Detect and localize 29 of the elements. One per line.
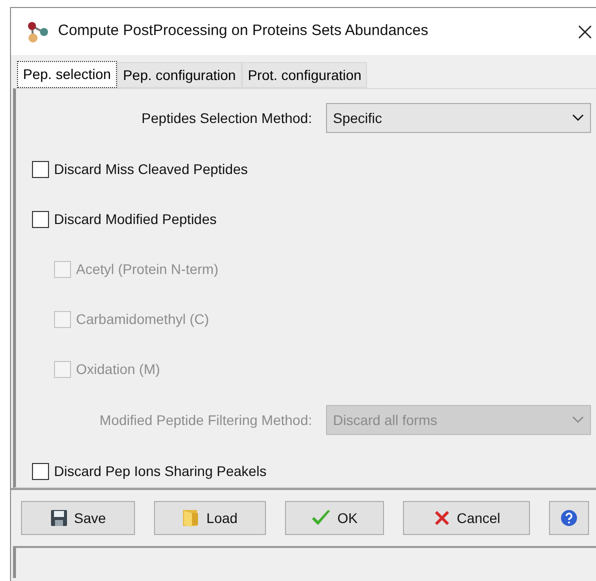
tab[interactable]: Prot. configuration [242,62,368,88]
save-button[interactable]: Save [21,501,135,535]
checkbox-label: Discard Modified Peptides [54,210,217,229]
checkbox-label: Discard Miss Cleaved Peptides [54,160,248,179]
ok-button[interactable]: OK [285,501,384,535]
checkbox[interactable] [32,160,49,178]
load-button[interactable]: Load [154,501,266,535]
checkbox[interactable] [32,210,49,228]
checkbox-label: Acetyl (Protein N-term) [76,260,218,279]
tab[interactable]: Pep. selection [17,61,117,88]
window-title: Compute PostProcessing on Proteins Sets Abundances [58,21,428,42]
tab[interactable]: Pep. configuration [116,62,242,88]
checkbox-label: Oxidation (M) [76,360,160,379]
dropdown[interactable]: Specific [326,103,591,133]
checkbox-label: Carbamidomethyl (C) [76,310,210,329]
checkbox[interactable] [32,462,49,480]
field-label: Peptides Selection Method: [142,108,312,128]
chevron-icon [572,114,584,122]
cancel-button[interactable]: Cancel [403,501,530,535]
help-button[interactable] [549,501,589,535]
field-label: Modified Peptide Filtering Method: [100,410,312,430]
folder-icon [182,508,200,528]
checkbox-label: Discard Pep Ions Sharing Peakels [54,462,266,481]
close-icon[interactable] [578,24,592,38]
cross-icon [432,509,451,527]
chevron-icon [572,416,584,424]
checkmark-icon [311,509,332,527]
molecule-logo-icon [26,20,50,44]
help-icon [560,509,578,527]
